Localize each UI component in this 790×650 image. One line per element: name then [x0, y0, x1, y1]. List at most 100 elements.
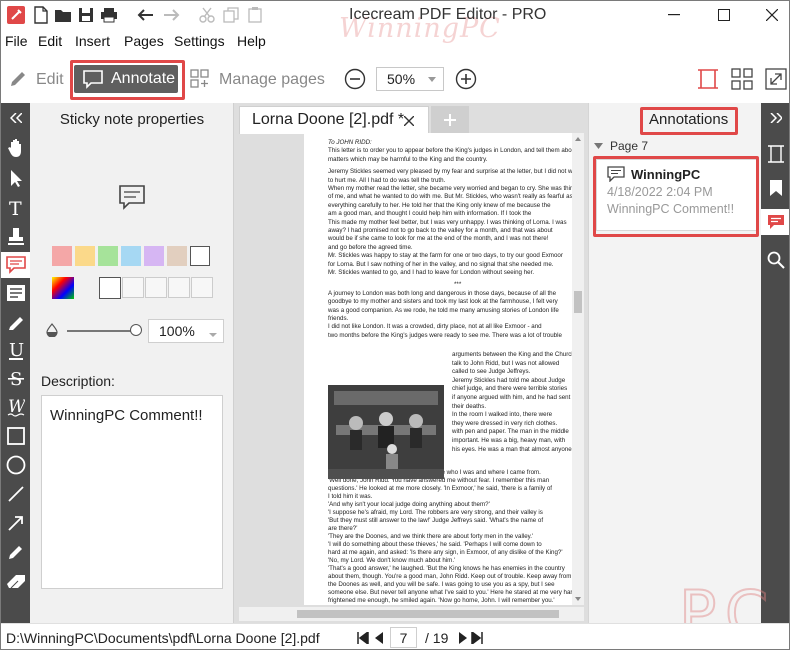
zoom-in-button[interactable]	[455, 68, 477, 90]
opacity-slider-thumb[interactable]	[130, 324, 142, 336]
menu-edit[interactable]: Edit	[38, 33, 62, 49]
page-text-line: This made my mother feel better, but I w…	[328, 218, 567, 226]
copy-icon[interactable]	[221, 5, 241, 25]
annotations-title: Annotations	[649, 111, 729, 128]
stamp-icon	[7, 228, 24, 245]
vertical-scrollbar[interactable]	[572, 133, 584, 605]
chevron-down-icon	[428, 77, 436, 82]
highlighter-tool[interactable]	[1, 310, 30, 336]
annotations-panel-button[interactable]	[761, 209, 789, 235]
color-swatch[interactable]	[144, 246, 164, 266]
ellipse-tool[interactable]	[1, 452, 30, 478]
page-number-input[interactable]: 7	[390, 627, 417, 648]
annotation-card[interactable]: WinningPC 4/18/2022 2:04 PM WinningPC Co…	[596, 159, 758, 231]
new-tab-button[interactable]	[431, 106, 469, 134]
window-title: Icecream PDF Editor - PRO	[349, 6, 547, 23]
menu-settings[interactable]: Settings	[174, 33, 225, 49]
menu-help[interactable]: Help	[237, 33, 266, 49]
menu-pages[interactable]: Pages	[124, 33, 164, 49]
menu-insert[interactable]: Insert	[75, 33, 110, 49]
color-swatch[interactable]	[75, 246, 95, 266]
squiggly-tool[interactable]: W	[1, 394, 30, 420]
close-button[interactable]	[749, 1, 789, 29]
hand-tool[interactable]	[1, 135, 30, 161]
maximize-icon	[718, 9, 730, 21]
next-page-icon[interactable]	[458, 632, 468, 644]
fit-height-button[interactable]	[697, 68, 719, 90]
multi-page-view-button[interactable]	[731, 68, 753, 90]
stamp-tool[interactable]	[1, 224, 30, 250]
vertical-scroll-thumb[interactable]	[574, 291, 582, 313]
annotate-mode-button[interactable]: Annotate	[74, 65, 178, 93]
redo-icon[interactable]	[161, 5, 181, 25]
minimize-button[interactable]	[651, 1, 697, 29]
line-tool[interactable]	[1, 481, 30, 507]
custom-color-selected[interactable]	[99, 277, 121, 299]
collapse-group-icon[interactable]	[594, 143, 603, 149]
pages-panel-button[interactable]	[761, 141, 789, 167]
undo-icon[interactable]	[136, 5, 156, 25]
zoom-select[interactable]: 50%	[376, 67, 444, 91]
expand-panel-button[interactable]	[761, 105, 789, 131]
color-swatch[interactable]	[98, 246, 118, 266]
color-swatch[interactable]	[190, 246, 210, 266]
page-text-line: was a good companion. As we rode, he tol…	[328, 306, 559, 314]
fullscreen-button[interactable]	[765, 68, 787, 90]
opacity-slider-track[interactable]	[67, 330, 133, 332]
previous-page-icon[interactable]	[374, 632, 384, 644]
text-tool[interactable]: T	[1, 195, 30, 221]
custom-color-slot[interactable]	[145, 277, 167, 298]
tab-title: Lorna Doone [2].pdf *	[252, 111, 405, 128]
underline-tool[interactable]: U	[1, 338, 30, 364]
open-folder-icon[interactable]	[53, 5, 73, 25]
search-button[interactable]	[761, 247, 789, 273]
opacity-field[interactable]: 100%	[148, 319, 224, 343]
color-picker-button[interactable]	[52, 277, 74, 299]
first-page-icon[interactable]	[357, 632, 369, 644]
new-file-icon[interactable]	[31, 5, 51, 25]
bookmarks-button[interactable]	[761, 175, 789, 201]
zoom-out-button[interactable]	[344, 68, 366, 90]
select-tool[interactable]	[1, 165, 30, 191]
comment-icon	[83, 70, 103, 89]
horizontal-scroll-thumb[interactable]	[297, 610, 559, 618]
eraser-tool[interactable]	[1, 568, 30, 594]
color-swatch[interactable]	[121, 246, 141, 266]
page-text-line: In the room I walked into, there were	[452, 411, 553, 419]
arrow-tool[interactable]	[1, 510, 30, 536]
custom-color-slot[interactable]	[122, 277, 144, 298]
paste-icon[interactable]	[245, 5, 265, 25]
page-text-line: and go before the agreed time.	[328, 243, 413, 251]
rectangle-tool[interactable]	[1, 423, 30, 449]
scroll-up-icon[interactable]	[572, 135, 584, 143]
page-text-line: I did not like London. It was a crowded,…	[328, 323, 542, 331]
sticky-note-tool[interactable]	[1, 252, 30, 278]
description-textarea[interactable]: WinningPC Comment!!	[41, 395, 223, 589]
manage-pages-button[interactable]: Manage pages	[219, 71, 325, 89]
strikethrough-tool[interactable]: S	[1, 366, 30, 392]
document-tab[interactable]: Lorna Doone [2].pdf *	[239, 106, 429, 134]
pencil-tool[interactable]	[1, 539, 30, 565]
scroll-down-icon[interactable]	[572, 595, 584, 603]
menu-file[interactable]: File	[5, 33, 28, 49]
cut-icon[interactable]	[197, 5, 217, 25]
color-swatch[interactable]	[167, 246, 187, 266]
text-box-tool[interactable]	[1, 280, 30, 306]
page-text-line: two months before the King's judges were…	[328, 331, 562, 339]
close-tab-icon[interactable]	[404, 116, 414, 126]
custom-color-slot[interactable]	[191, 277, 213, 298]
color-swatch[interactable]	[52, 246, 72, 266]
last-page-icon[interactable]	[471, 632, 483, 644]
collapse-panel-button[interactable]	[1, 105, 30, 131]
save-icon[interactable]	[76, 5, 96, 25]
edit-mode-button[interactable]: Edit	[36, 71, 64, 89]
horizontal-scrollbar[interactable]	[239, 607, 584, 621]
pdf-page[interactable]: To JOHN RIDD: This letter is to order you…	[304, 133, 572, 605]
page-text-line: away? I had promised not to go back to t…	[328, 227, 553, 234]
right-tool-strip	[761, 103, 789, 623]
print-icon[interactable]	[99, 5, 119, 25]
double-chevron-right-icon	[769, 113, 782, 123]
custom-color-slot[interactable]	[168, 277, 190, 298]
opacity-drop-icon	[46, 323, 58, 337]
maximize-button[interactable]	[701, 1, 747, 29]
